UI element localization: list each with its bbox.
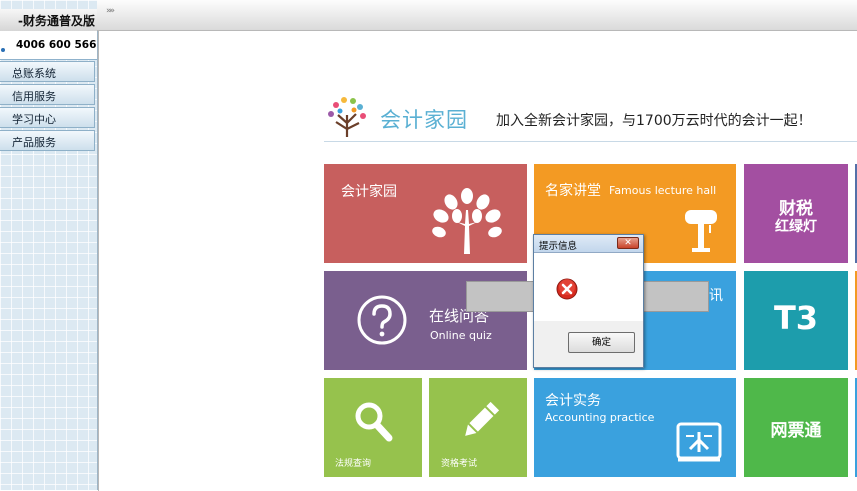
close-icon[interactable]: ✕ bbox=[617, 237, 639, 249]
top-toolbar: »» bbox=[97, 0, 857, 31]
tile-title: 法规查询 bbox=[335, 459, 372, 469]
tile-t3[interactable]: T3 bbox=[744, 271, 848, 370]
slogan: 加入全新会计家园，与1700万云时代的会计一起！ bbox=[496, 113, 812, 129]
tile-accounting-practice[interactable]: 会计实务 Accounting practice bbox=[534, 378, 736, 477]
header-divider bbox=[324, 141, 857, 142]
tile-qualification-exam[interactable]: 资格考试 bbox=[429, 378, 527, 477]
tile-subtitle: 红绿灯 bbox=[775, 219, 817, 235]
tile-accounting-home[interactable]: 会计家园 bbox=[324, 164, 527, 263]
question-icon bbox=[357, 295, 407, 345]
sidebar-item-label: 产品服务 bbox=[12, 136, 56, 149]
search-icon bbox=[355, 402, 393, 442]
tile-regulation-search[interactable]: 法规查询 bbox=[324, 378, 422, 477]
tile-subtitle: Online quiz bbox=[430, 329, 492, 342]
tile-title: 讯 bbox=[709, 288, 723, 304]
loading-placeholder-right bbox=[640, 281, 709, 312]
tile-title: 资格考试 bbox=[441, 459, 478, 469]
loading-placeholder-left bbox=[466, 281, 540, 312]
logo-text: 会计家园 bbox=[380, 108, 468, 132]
bullet-icon bbox=[1, 48, 5, 52]
service-phone: 4006 600 566 bbox=[16, 39, 97, 51]
tile-subtitle: Famous lecture hall bbox=[609, 184, 717, 197]
pencil-icon bbox=[465, 401, 500, 436]
message-dialog: 提示信息 ✕ 确定 bbox=[533, 234, 644, 368]
phone-row: 4006 600 566 bbox=[0, 31, 97, 60]
accounting-home-logo-icon bbox=[328, 97, 366, 137]
collapse-sidebar-icon[interactable]: »» bbox=[106, 6, 115, 16]
board-icon bbox=[676, 422, 722, 462]
dialog-titlebar[interactable]: 提示信息 ✕ bbox=[534, 235, 643, 253]
sidebar-item-general-ledger[interactable]: 总账系统 bbox=[0, 61, 95, 82]
ok-button[interactable]: 确定 bbox=[568, 332, 635, 353]
tile-title: 会计实务 bbox=[545, 393, 601, 409]
tile-tax-traffic-light[interactable]: 财税 红绿灯 bbox=[744, 164, 848, 263]
tile-title: T3 bbox=[773, 299, 819, 337]
tile-title: 网票通 bbox=[770, 421, 822, 441]
sidebar-item-label: 信用服务 bbox=[12, 90, 56, 103]
sidebar-item-learning-center[interactable]: 学习中心 bbox=[0, 107, 95, 128]
dialog-title: 提示信息 bbox=[539, 241, 578, 252]
brand-title: -财务通普及版 bbox=[18, 14, 95, 28]
error-icon bbox=[556, 278, 578, 300]
sidebar-item-label: 学习中心 bbox=[12, 113, 56, 126]
sidebar-item-label: 总账系统 bbox=[12, 67, 56, 80]
tree-icon bbox=[432, 188, 502, 254]
tile-title: 名家讲堂 bbox=[545, 183, 601, 199]
sidebar-item-product-service[interactable]: 产品服务 bbox=[0, 130, 95, 151]
tile-title: 会计家园 bbox=[341, 184, 397, 200]
left-sidebar: -财务通普及版 4006 600 566 总账系统 信用服务 学习中心 产品服务 bbox=[0, 0, 98, 490]
tile-subtitle: Accounting practice bbox=[545, 411, 655, 424]
tile-net-ticket[interactable]: 网票通 bbox=[744, 378, 848, 477]
sidebar-item-credit-service[interactable]: 信用服务 bbox=[0, 84, 95, 105]
brand-title-bar: -财务通普及版 bbox=[0, 9, 97, 32]
lectern-icon bbox=[685, 210, 717, 252]
